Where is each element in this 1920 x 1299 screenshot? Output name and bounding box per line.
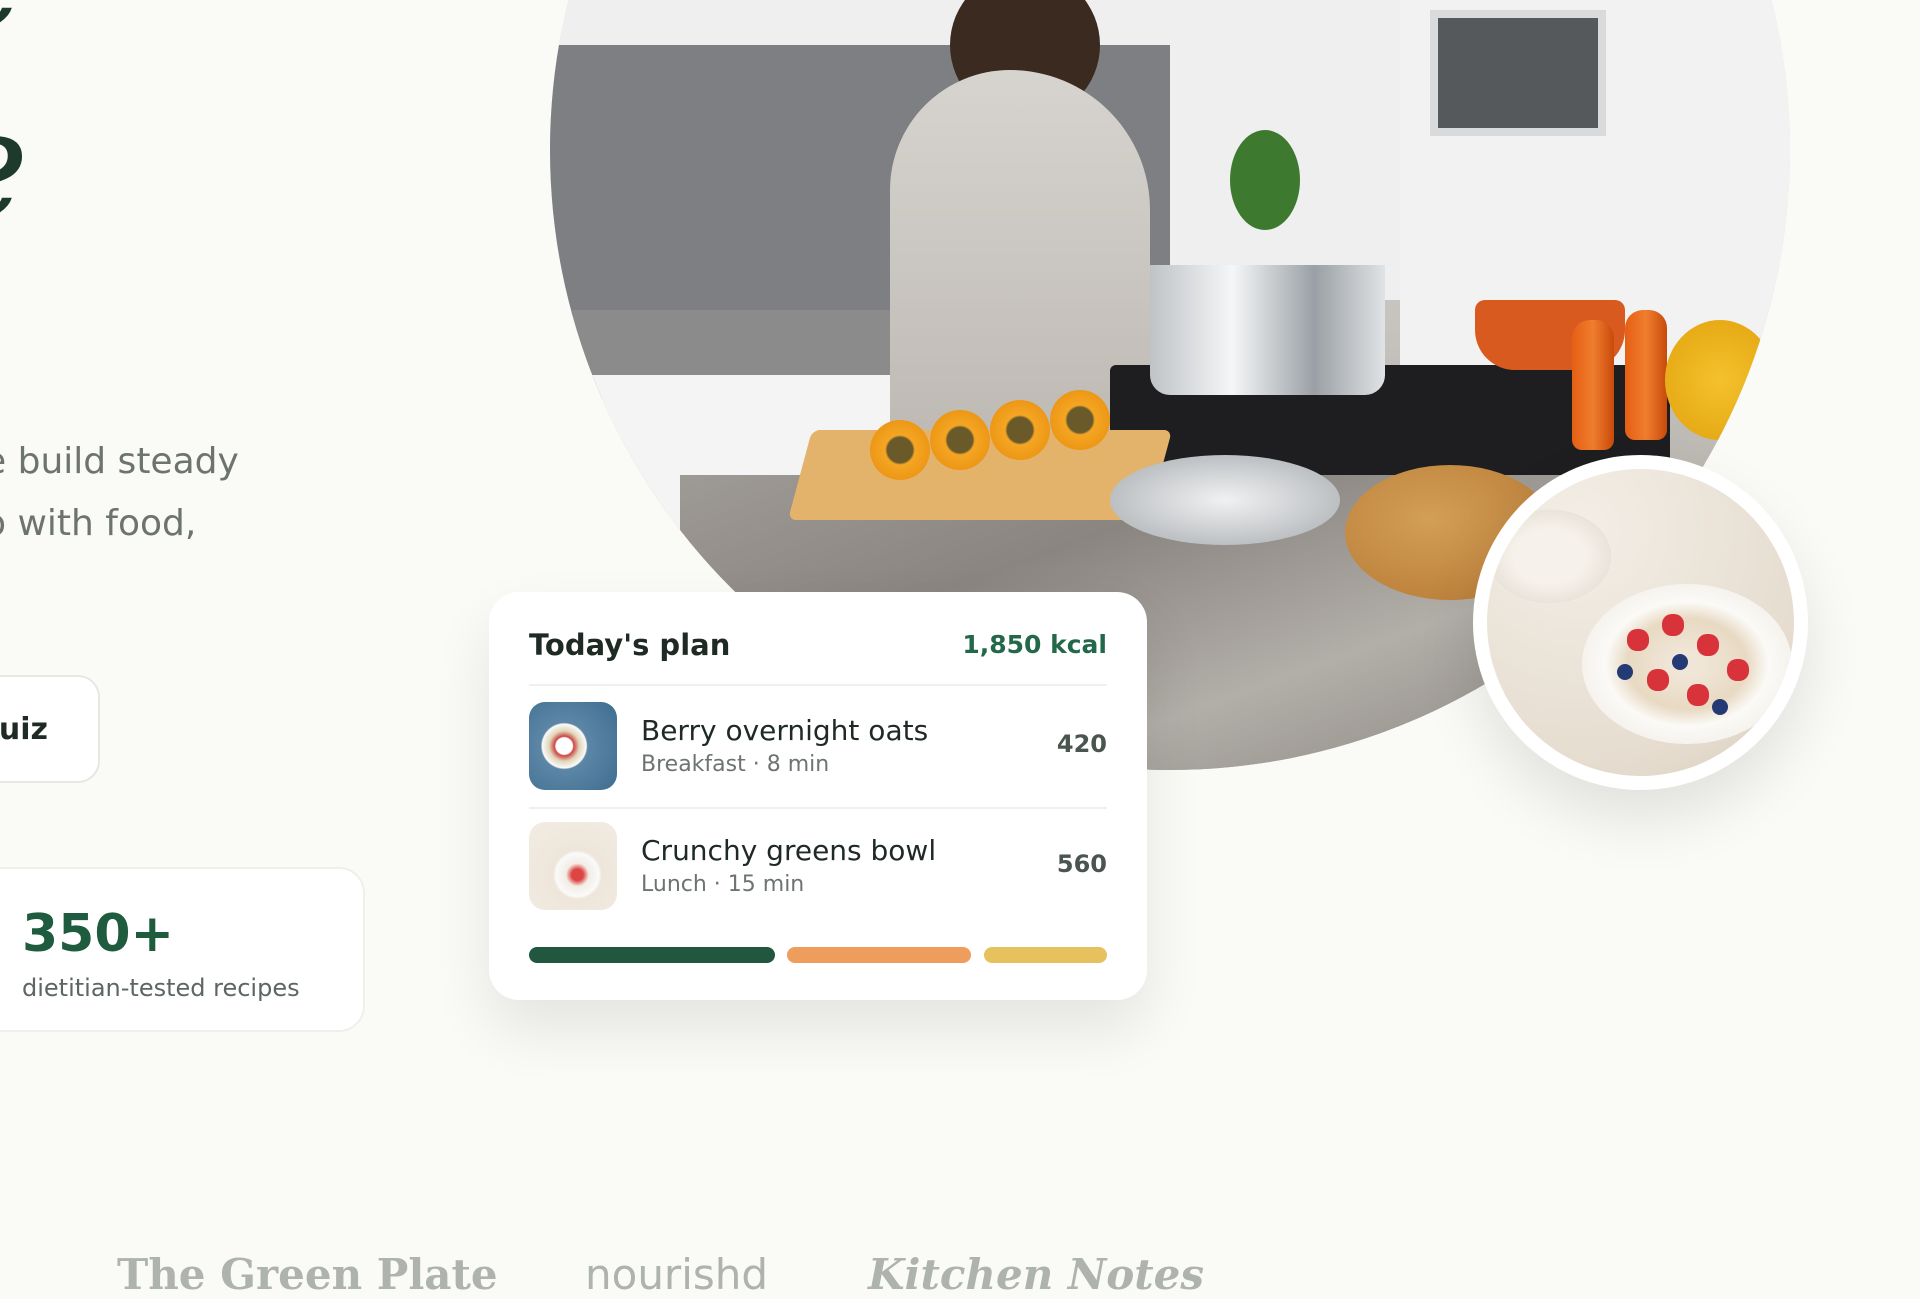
meal-name: Crunchy greens bowl <box>641 834 937 867</box>
quiz-button-label: quiz <box>0 711 48 747</box>
divider <box>529 684 1107 686</box>
take-quiz-button[interactable]: quiz <box>0 675 100 783</box>
meal-meta: Lunch · 15 min <box>641 872 805 897</box>
press-logo-nourishd: nourishd <box>585 1250 769 1299</box>
meal-meta: Breakfast · 8 min <box>641 752 830 777</box>
meal-name: Berry overnight oats <box>641 714 929 747</box>
plan-total-kcal: 1,850 kcal <box>962 630 1107 659</box>
hero-subtitle-line-2: o with food, <box>0 503 197 544</box>
plan-title: Today's plan <box>529 628 731 662</box>
meal-thumbnail <box>529 822 617 910</box>
stat-label: dietitian-tested recipes <box>22 974 300 1002</box>
press-logo-green-plate: The Green Plate <box>117 1250 498 1299</box>
recipes-stat-card: 350+ dietitian-tested recipes <box>0 867 365 1032</box>
divider <box>529 807 1107 809</box>
meal-item-lunch[interactable]: Crunchy greens bowl Lunch · 15 min 560 <box>529 822 1107 912</box>
press-logo-kitchen-notes: Kitchen Notes <box>868 1250 1205 1299</box>
meal-thumbnail <box>529 702 617 790</box>
meal-kcal: 560 <box>1056 850 1107 878</box>
macro-bar-fat <box>984 947 1107 963</box>
hero-headline-fragment-1: e <box>0 0 29 50</box>
hero-subtitle-line-1: e build steady <box>0 441 239 482</box>
hero-headline-fragment-2: e <box>0 90 29 240</box>
breakfast-bowl-photo <box>1473 455 1808 790</box>
meal-item-breakfast[interactable]: Berry overnight oats Breakfast · 8 min 4… <box>529 702 1107 792</box>
meal-kcal: 420 <box>1056 730 1107 758</box>
macro-bar-carbs <box>787 947 971 963</box>
macro-bar-protein <box>529 947 775 963</box>
todays-plan-card: Today's plan 1,850 kcal Berry overnight … <box>489 592 1147 1000</box>
stat-value: 350+ <box>22 904 175 964</box>
